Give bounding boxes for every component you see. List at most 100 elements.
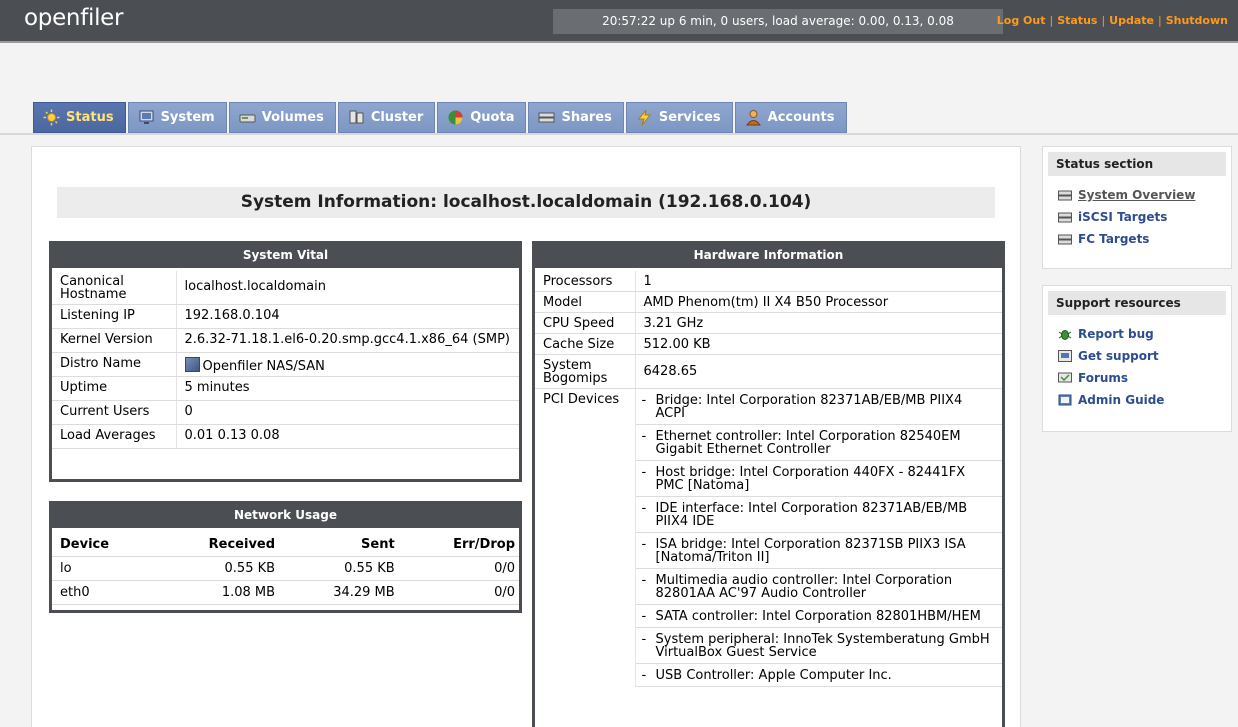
- table-row: CPU Speed 3.21 GHz: [535, 312, 1002, 334]
- hw-value: AMD Phenom(tm) II X4 B50 Processor: [635, 291, 1002, 313]
- tab-accounts-label: Accounts: [767, 110, 835, 125]
- table-row: Canonical Hostname localhost.localdomain: [52, 271, 519, 305]
- tab-system[interactable]: System: [127, 102, 227, 133]
- column-header: Sent: [279, 531, 399, 557]
- vital-value: 0.01 0.13 0.08: [176, 424, 519, 449]
- list-item: Host bridge: Intel Corporation 440FX - 8…: [635, 461, 1002, 497]
- vital-value: localhost.localdomain: [176, 271, 519, 305]
- vital-key: Uptime: [52, 376, 177, 401]
- vital-key: Load Averages: [52, 424, 177, 449]
- top-bar: openfiler 20:57:22 up 6 min, 0 users, lo…: [0, 0, 1238, 43]
- tab-volumes[interactable]: Volumes: [228, 102, 336, 133]
- list-item: USB Controller: Apple Computer Inc.: [635, 664, 1002, 687]
- vital-value: Openfiler NAS/SAN: [176, 352, 519, 377]
- table-row: Kernel Version 2.6.32-71.18.1.el6-0.20.sm…: [52, 328, 519, 353]
- network-usage-heading: Network Usage: [52, 504, 519, 528]
- distro-icon: [184, 357, 200, 372]
- bug-icon: [1058, 328, 1072, 340]
- network-usage-table: Device Received Sent Err/Drop lo 0.55 KB…: [52, 531, 519, 605]
- list-item: System Overview: [1058, 184, 1231, 206]
- table-header-row: Device Received Sent Err/Drop: [52, 531, 519, 557]
- table-row: eth0 1.08 MB 34.29 MB 0/0: [52, 580, 519, 605]
- list-item: Forums: [1058, 367, 1231, 389]
- system-overview-link[interactable]: System Overview: [1078, 188, 1195, 202]
- table-row: Cache Size 512.00 KB: [535, 333, 1002, 355]
- get-support-link[interactable]: Get support: [1078, 349, 1159, 363]
- list-item: System peripheral: InnoTek Systemberatun…: [635, 628, 1002, 664]
- tab-shares[interactable]: Shares: [528, 102, 624, 133]
- list-item: iSCSI Targets: [1058, 206, 1231, 228]
- system-vital-heading: System Vital: [52, 244, 519, 268]
- column-header: Err/Drop: [398, 531, 519, 557]
- openfiler-logo[interactable]: openfiler: [24, 5, 123, 31]
- table-row: Model AMD Phenom(tm) II X4 B50 Processor: [535, 291, 1002, 313]
- hardware-info-heading: Hardware Information: [535, 244, 1002, 268]
- page-title: System Information: localhost.localdomai…: [57, 187, 995, 218]
- top-links: Log Out | Status | Update | Shutdown: [996, 14, 1228, 27]
- update-link[interactable]: Update: [1109, 14, 1154, 27]
- list-item: Get support: [1058, 345, 1231, 367]
- list-item: Admin Guide: [1058, 389, 1231, 411]
- fc-targets-link[interactable]: FC Targets: [1078, 232, 1149, 246]
- iscsi-targets-link[interactable]: iSCSI Targets: [1078, 210, 1167, 224]
- tab-system-label: System: [160, 110, 215, 125]
- table-row: Processors 1: [535, 271, 1002, 292]
- main-tabs: Status System Volumes Cluster Quota Shar…: [33, 102, 849, 133]
- tab-services-label: Services: [658, 110, 721, 125]
- tab-status[interactable]: Status: [33, 102, 126, 133]
- vital-key: Current Users: [52, 400, 177, 425]
- hw-value: 3.21 GHz: [635, 312, 1002, 334]
- report-bug-link[interactable]: Report bug: [1078, 327, 1154, 341]
- server-icon: [1058, 189, 1072, 201]
- forums-link[interactable]: Forums: [1078, 371, 1128, 385]
- tab-quota-label: Quota: [470, 110, 515, 125]
- table-row: Current Users 0: [52, 400, 519, 425]
- hw-key: CPU Speed: [535, 312, 636, 334]
- list-item: Multimedia audio controller: Intel Corpo…: [635, 569, 1002, 605]
- table-cell: 0/0: [398, 580, 519, 605]
- tab-volumes-label: Volumes: [261, 110, 324, 125]
- hardware-info-panel: Hardware Information Processors 1 Model AM…: [532, 241, 1005, 727]
- hw-key: PCI Devices: [535, 388, 636, 687]
- network-usage-panel: Network Usage Device Received Sent Err/D…: [49, 501, 522, 613]
- status-section-list: System Overview iSCSI Targets FC Targets: [1043, 184, 1231, 256]
- pci-device-list: Bridge: Intel Corporation 82371AB/EB/MB …: [635, 389, 1002, 687]
- hardware-info-table: Processors 1 Model AMD Phenom(tm) II X4 B5…: [535, 271, 1002, 687]
- hw-value: 512.00 KB: [635, 333, 1002, 355]
- tab-cluster[interactable]: Cluster: [337, 102, 436, 133]
- list-item: FC Targets: [1058, 228, 1231, 250]
- table-cell: lo: [52, 556, 152, 581]
- column-header: Device: [52, 531, 152, 557]
- tab-quota[interactable]: Quota: [437, 102, 527, 133]
- tab-cluster-label: Cluster: [370, 110, 424, 125]
- tab-shares-label: Shares: [561, 110, 612, 125]
- vital-key: Listening IP: [52, 304, 177, 329]
- list-item: ISA bridge: Intel Corporation 82371SB PI…: [635, 533, 1002, 569]
- status-link[interactable]: Status: [1057, 14, 1097, 27]
- user-icon: [745, 109, 762, 126]
- tab-services[interactable]: Services: [625, 102, 733, 133]
- monitor-icon: [138, 109, 155, 126]
- system-vital-table: Canonical Hostname localhost.localdomain …: [52, 271, 519, 449]
- tab-underline: [0, 133, 1238, 135]
- forum-icon: [1058, 372, 1072, 384]
- list-item: Ethernet controller: Intel Corporation 8…: [635, 425, 1002, 461]
- vital-key: Canonical Hostname: [52, 271, 177, 305]
- cluster-icon: [348, 109, 365, 126]
- table-row: System Bogomips 6428.65: [535, 354, 1002, 389]
- table-row: Listening IP 192.168.0.104: [52, 304, 519, 329]
- hw-key: Cache Size: [535, 333, 636, 355]
- tab-accounts[interactable]: Accounts: [734, 102, 847, 133]
- vital-key: Distro Name: [52, 352, 177, 377]
- logout-link[interactable]: Log Out: [997, 14, 1046, 27]
- status-section-heading: Status section: [1048, 152, 1226, 176]
- hw-key: System Bogomips: [535, 354, 636, 389]
- shutdown-link[interactable]: Shutdown: [1166, 14, 1228, 27]
- lightning-icon: [636, 109, 653, 126]
- distro-name: Openfiler NAS/SAN: [202, 359, 325, 374]
- pie-chart-icon: [447, 109, 464, 126]
- support-icon: [1058, 350, 1072, 362]
- list-item: IDE interface: Intel Corporation 82371AB…: [635, 497, 1002, 533]
- admin-guide-link[interactable]: Admin Guide: [1078, 393, 1164, 407]
- server-icon: [1058, 233, 1072, 245]
